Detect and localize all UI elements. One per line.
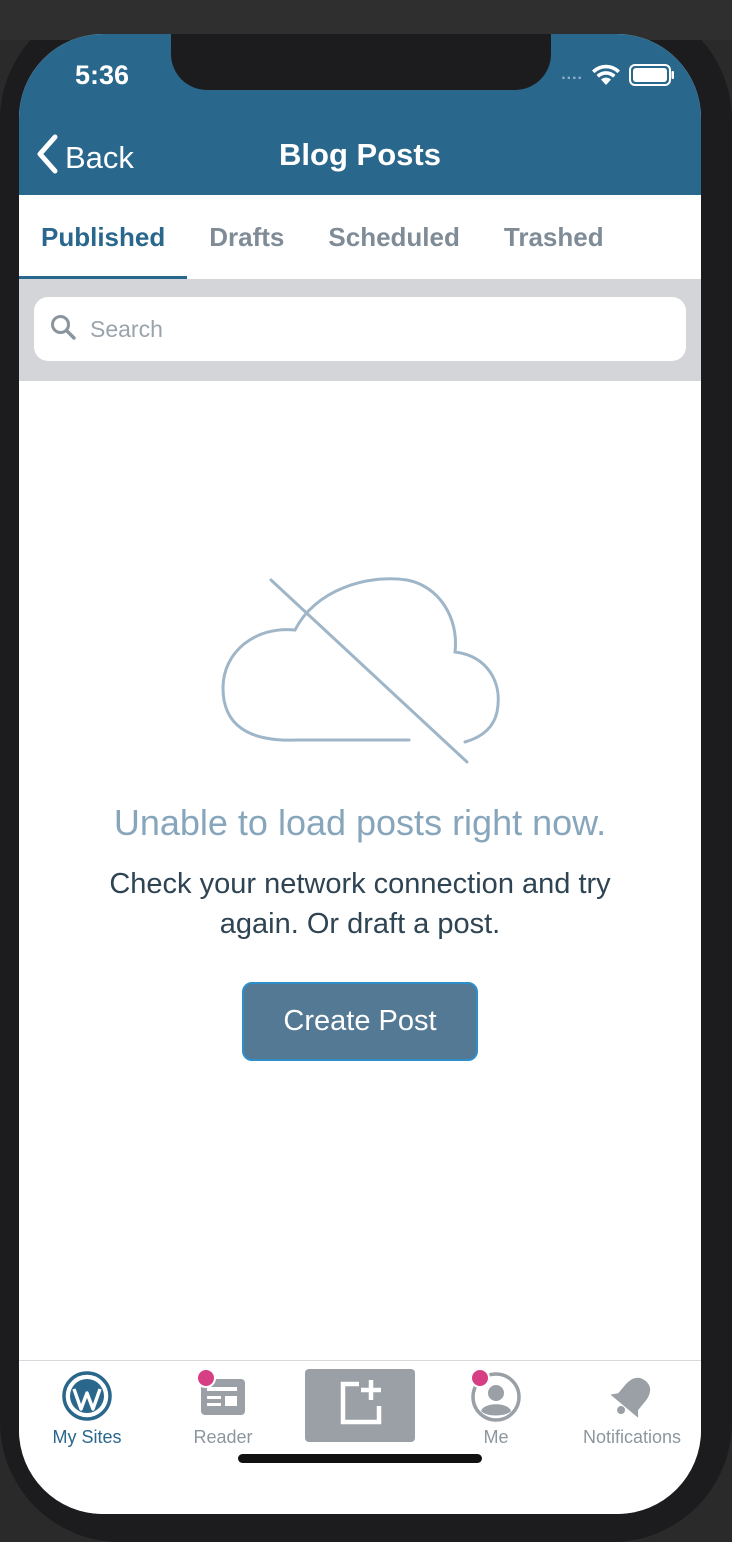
post-status-tabs: Published Drafts Scheduled Trashed bbox=[19, 195, 701, 279]
battery-icon bbox=[629, 64, 675, 86]
tab-label: Notifications bbox=[582, 1427, 682, 1447]
status-time: 5:36 bbox=[75, 60, 130, 90]
create-post-button[interactable]: Create Post bbox=[242, 982, 478, 1061]
tab-label: Me bbox=[483, 1427, 509, 1447]
compose-icon bbox=[335, 1378, 385, 1433]
reader-badge bbox=[196, 1368, 216, 1388]
tab-label: Reader bbox=[193, 1427, 253, 1447]
screen: 5:36 .... Back Blog Posts Published Draf… bbox=[19, 34, 701, 1514]
tab-reader[interactable]: Reader bbox=[155, 1361, 291, 1461]
compose-button[interactable] bbox=[305, 1369, 415, 1442]
page-title: Blog Posts bbox=[279, 137, 441, 172]
home-indicator bbox=[238, 1454, 482, 1463]
me-badge bbox=[470, 1368, 490, 1388]
bell-icon bbox=[606, 1371, 658, 1428]
search-input[interactable]: Search bbox=[34, 297, 686, 361]
tab-published[interactable]: Published bbox=[19, 195, 188, 279]
wordpress-icon bbox=[62, 1371, 112, 1426]
search-placeholder: Search bbox=[90, 315, 163, 342]
tab-scheduled[interactable]: Scheduled bbox=[306, 195, 481, 279]
tab-trashed[interactable]: Trashed bbox=[482, 195, 626, 279]
empty-state-title: Unable to load posts right now. bbox=[113, 802, 607, 843]
navigation-header: 5:36 .... Back Blog Posts bbox=[19, 34, 701, 195]
signal-icon: .... bbox=[561, 66, 583, 83]
empty-state-message: Check your network connection and try ag… bbox=[109, 868, 611, 940]
tab-label: My Sites bbox=[52, 1427, 122, 1447]
search-icon bbox=[50, 314, 76, 345]
status-icons: .... bbox=[561, 64, 675, 86]
device-notch bbox=[171, 34, 551, 90]
cloud-offline-icon bbox=[217, 574, 507, 779]
wifi-icon bbox=[591, 64, 621, 86]
tab-notifications[interactable]: Notifications bbox=[564, 1361, 700, 1461]
tab-my-sites[interactable]: My Sites bbox=[19, 1361, 155, 1461]
search-area: Search bbox=[19, 279, 701, 381]
bottom-tab-bar: My Sites Reader Me Notifications bbox=[19, 1360, 701, 1514]
tab-drafts[interactable]: Drafts bbox=[187, 195, 306, 279]
tab-me[interactable]: Me bbox=[428, 1361, 564, 1461]
